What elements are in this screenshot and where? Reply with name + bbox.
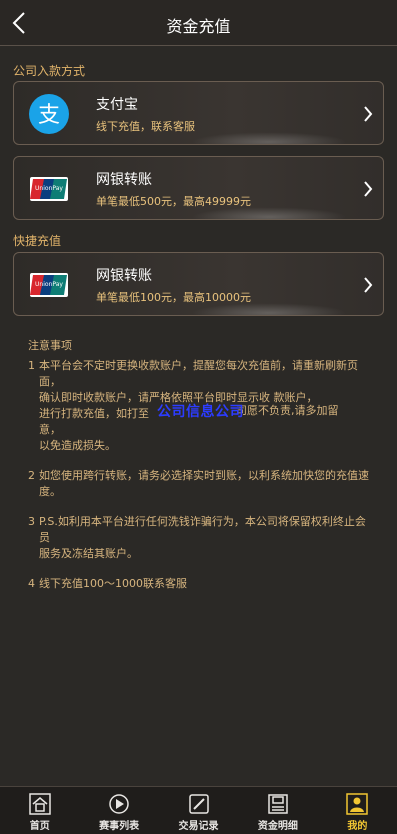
payment-option-name: 网银转账 bbox=[96, 268, 152, 284]
unionpay-icon: UnionPay bbox=[30, 273, 68, 297]
tab-profile[interactable]: 我的 bbox=[318, 787, 397, 834]
unionpay-icon: UnionPay bbox=[30, 177, 68, 201]
svg-text:UnionPay: UnionPay bbox=[35, 281, 63, 288]
page-title: 资金充值 bbox=[166, 17, 231, 36]
note-number: 2 bbox=[28, 469, 35, 482]
tab-label: 资金明细 bbox=[257, 821, 298, 832]
chevron-right-icon bbox=[364, 181, 373, 197]
note-item: 2 如您使用跨行转账，请务必选择实时到账，以利系统加快您的充值速度。 bbox=[28, 468, 374, 500]
tab-label: 交易记录 bbox=[178, 821, 219, 832]
note-item: 4 线下充值100～1000联系客服 bbox=[28, 576, 374, 592]
payment-option-alipay[interactable]: 支 支付宝 线下充值，联系客服 bbox=[13, 81, 384, 145]
section-label-company: 公司入款方式 bbox=[13, 64, 86, 78]
note-text-tail: 司愿不负责,请多加留 bbox=[236, 404, 339, 417]
section-label-quick: 快捷充值 bbox=[13, 234, 62, 248]
note-number: 4 bbox=[28, 577, 35, 590]
funds-detail-icon bbox=[268, 794, 288, 814]
payment-option-name: 网银转账 bbox=[96, 172, 152, 188]
payment-option-quick-bank-transfer[interactable]: UnionPay 网银转账 单笔最低100元，最高10000元 bbox=[13, 252, 384, 316]
tab-trade-record[interactable]: 交易记录 bbox=[159, 787, 238, 834]
note-item: 3 P.S.如利用本平台进行任何洗钱诈骗行为，本公司将保留权利终止会员 服务及冻… bbox=[28, 514, 374, 562]
payment-option-bank-transfer[interactable]: UnionPay 网银转账 单笔最低500元，最高49999元 bbox=[13, 156, 384, 220]
user-icon bbox=[346, 793, 369, 815]
note-text: 如您使用跨行转账，请务必选择实时到账，以利系统加快您的充值速度。 bbox=[39, 469, 369, 498]
payment-option-desc: 单笔最低500元，最高49999元 bbox=[96, 195, 251, 208]
tab-label: 首页 bbox=[29, 821, 50, 832]
tab-event-list[interactable]: 赛事列表 bbox=[79, 787, 158, 834]
tab-label: 我的 bbox=[347, 821, 368, 832]
trade-record-icon bbox=[188, 794, 209, 814]
home-icon bbox=[28, 793, 51, 815]
payment-option-desc: 线下充值，联系客服 bbox=[96, 120, 195, 133]
chevron-right-icon bbox=[364, 277, 373, 293]
event-list-icon bbox=[109, 794, 129, 814]
top-bar: 资金充值 bbox=[0, 0, 397, 46]
chevron-right-icon bbox=[364, 106, 373, 122]
svg-text:支: 支 bbox=[38, 103, 60, 128]
note-text: 线下充值100～1000联系客服 bbox=[39, 577, 187, 590]
note-text: P.S.如利用本平台进行任何洗钱诈骗行为，本公司将保留权利终止会员 服务及冻结其… bbox=[39, 515, 366, 560]
tab-label: 赛事列表 bbox=[99, 821, 140, 832]
bottom-tab-bar: 首页 赛事列表 交易记录 资金明细 我的 bbox=[0, 786, 397, 834]
tab-funds-detail[interactable]: 资金明细 bbox=[238, 787, 317, 834]
tab-home[interactable]: 首页 bbox=[0, 787, 79, 834]
note-number: 3 bbox=[28, 515, 35, 528]
payment-option-name: 支付宝 bbox=[96, 97, 138, 113]
notes-section: 注意事项 1 本平台会不定时更换收款账户，提醒您每次充值前，请重新刷新页面， 确… bbox=[28, 338, 374, 606]
notes-heading: 注意事项 bbox=[28, 339, 72, 352]
note-number: 1 bbox=[28, 359, 35, 372]
payment-option-desc: 单笔最低100元，最高10000元 bbox=[96, 291, 251, 304]
svg-text:UnionPay: UnionPay bbox=[35, 185, 63, 192]
overlay-text: 公司信息公司 bbox=[157, 404, 244, 420]
alipay-icon: 支 bbox=[29, 94, 69, 134]
